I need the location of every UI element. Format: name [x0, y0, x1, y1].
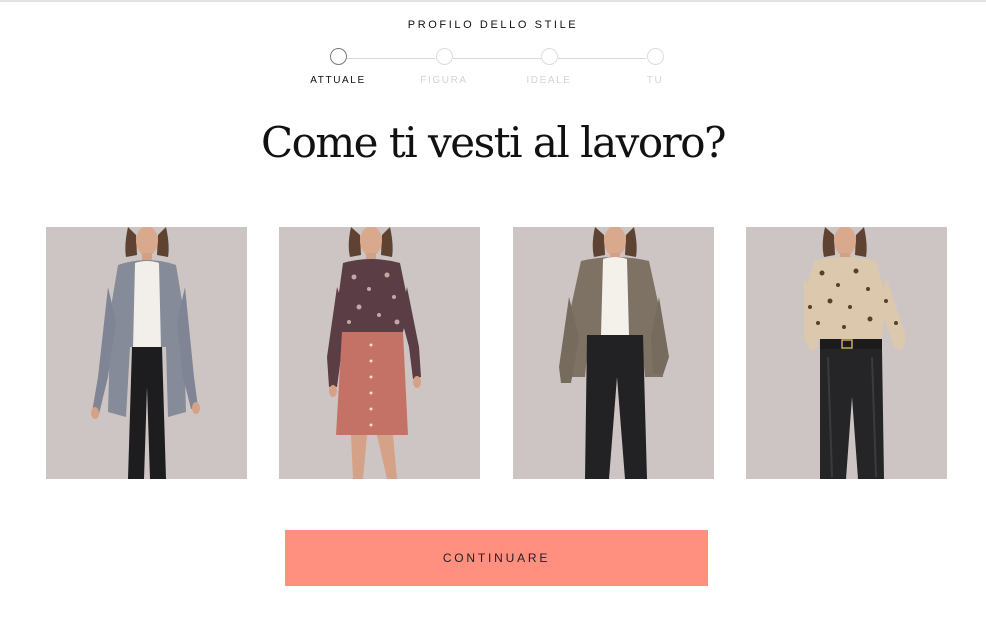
step-figura[interactable]: FIGURA [389, 48, 499, 86]
step-ideale[interactable]: IDEALE [494, 48, 604, 86]
outfit-photo [46, 227, 247, 479]
step-circle-icon [435, 48, 453, 65]
style-profile-page: PROFILO DELLO STILE ATTUALE FIGURA IDEAL… [0, 0, 986, 621]
step-attuale[interactable]: ATTUALE [283, 48, 393, 86]
step-circle-icon [646, 48, 664, 65]
step-label: ATTUALE [310, 75, 366, 86]
progress-stepper: ATTUALE FIGURA IDEALE TU [0, 48, 986, 98]
outfit-option-floral-blouse[interactable] [279, 227, 480, 479]
outfit-option-plaid-blazer[interactable] [513, 227, 714, 479]
question-heading: Come ti vesti al lavoro? [260, 118, 727, 167]
step-circle-icon [329, 48, 347, 65]
step-tu[interactable]: TU [600, 48, 710, 86]
continue-button[interactable]: CONTINUARE [285, 530, 708, 586]
outfit-photo [746, 227, 947, 479]
step-label: FIGURA [420, 75, 468, 86]
outfit-photo [513, 227, 714, 479]
outfit-option-leopard-blouse[interactable] [746, 227, 947, 479]
step-label: TU [646, 75, 664, 86]
step-circle-icon [540, 48, 558, 65]
outfit-options [46, 227, 947, 479]
step-label: IDEALE [526, 75, 572, 86]
top-divider [0, 0, 986, 2]
outfit-option-grey-cardigan[interactable] [46, 227, 247, 479]
section-title: PROFILO DELLO STILE [407, 19, 579, 31]
outfit-photo [279, 227, 480, 479]
